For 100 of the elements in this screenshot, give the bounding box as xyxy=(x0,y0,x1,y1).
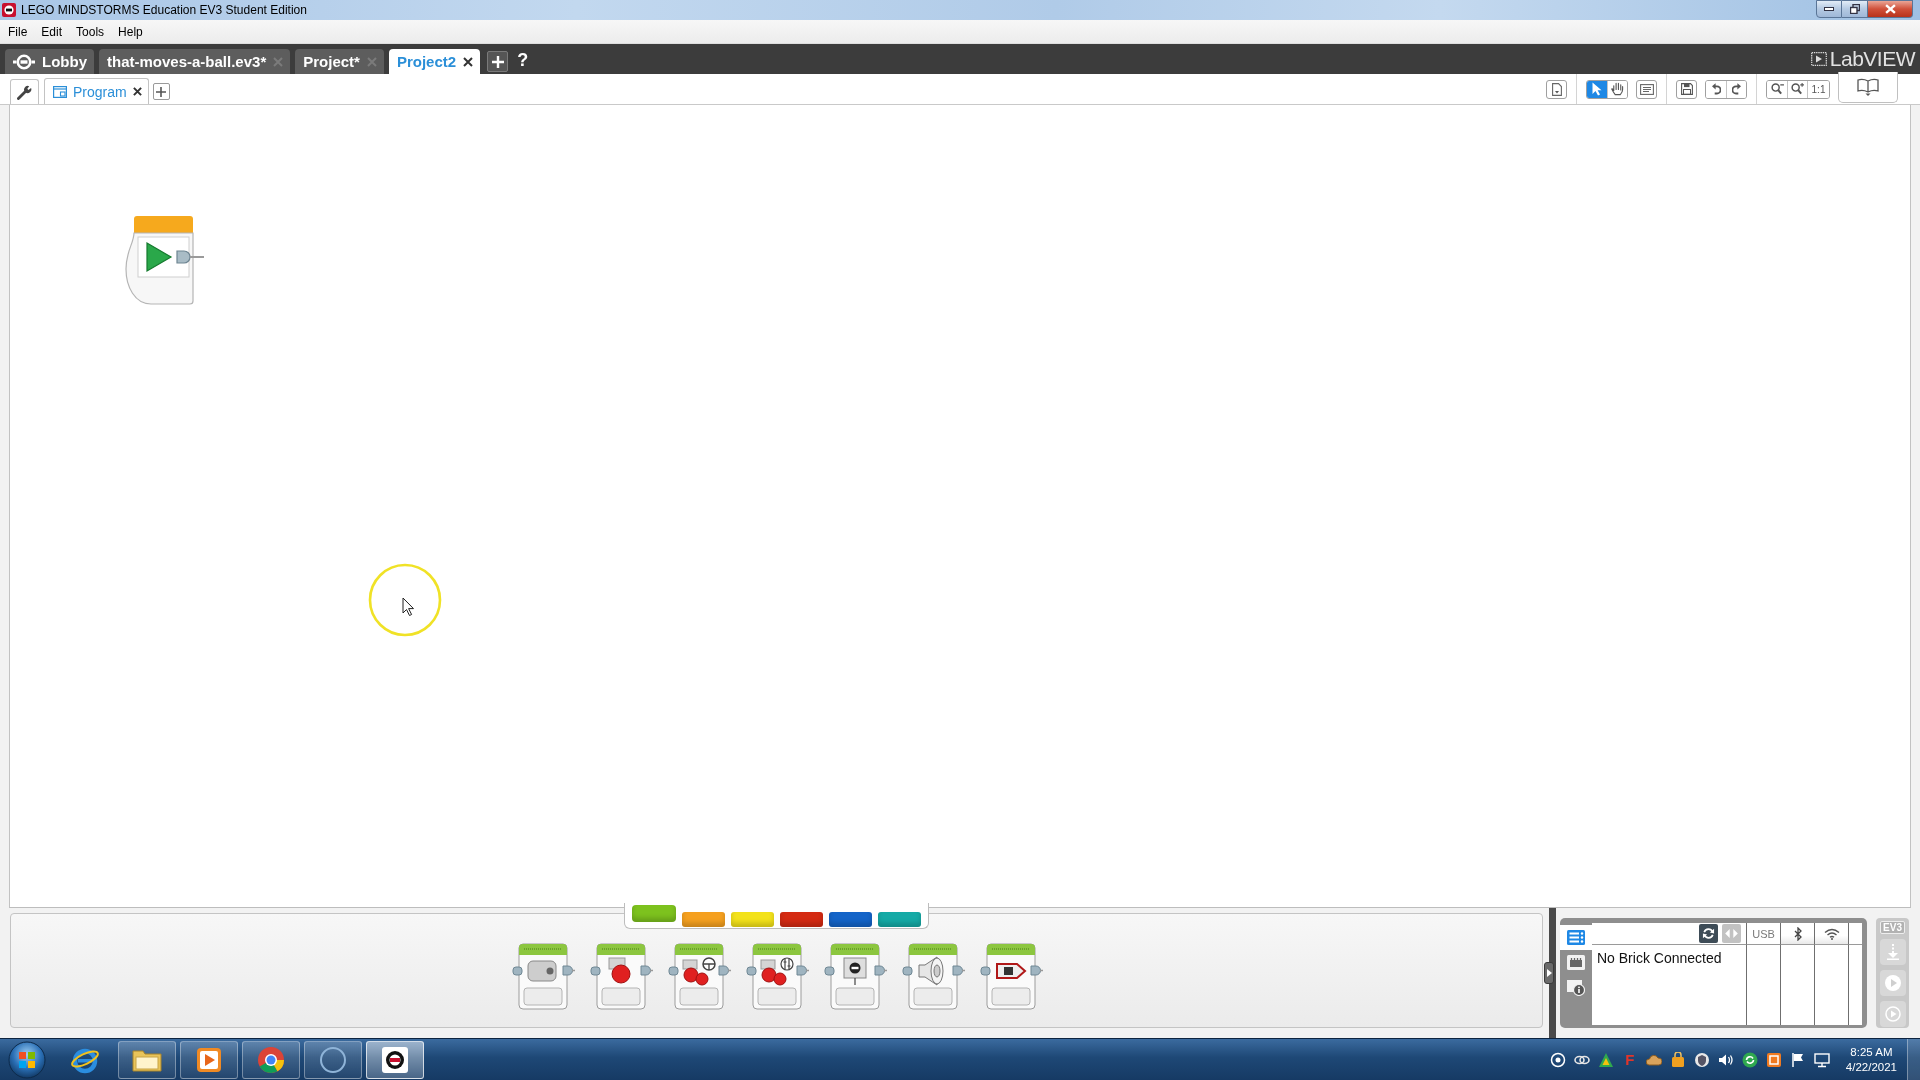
speaker-icon xyxy=(918,956,943,986)
block-header xyxy=(752,944,801,955)
block-header xyxy=(674,944,723,955)
palette-block[interactable] xyxy=(978,943,1043,1011)
menu-item[interactable]: File xyxy=(1,21,35,42)
target-icon[interactable] xyxy=(1549,1051,1566,1068)
book-icon xyxy=(1857,78,1879,96)
play-ring-icon xyxy=(1884,1006,1901,1022)
taskbar-button[interactable] xyxy=(118,1040,176,1079)
project-tab[interactable]: Lobby xyxy=(5,49,94,74)
monitor-icon[interactable] xyxy=(1813,1051,1830,1068)
medium-motor-icon xyxy=(527,960,556,982)
pan-tool-button[interactable] xyxy=(1607,80,1627,98)
taskbar-button[interactable] xyxy=(180,1040,238,1079)
double-arrow-icon xyxy=(1725,929,1738,938)
start-block[interactable] xyxy=(125,215,205,305)
input-port-icon xyxy=(512,966,522,976)
bag-icon[interactable] xyxy=(1669,1051,1686,1068)
content-editor-button[interactable] xyxy=(1838,72,1898,103)
redo-button[interactable] xyxy=(1726,80,1746,98)
page-icon xyxy=(1551,82,1562,96)
minimize-button[interactable] xyxy=(1816,0,1842,18)
palette-block[interactable] xyxy=(822,943,887,1011)
hand-icon xyxy=(1611,82,1624,96)
zoom-in-button[interactable] xyxy=(1787,80,1807,98)
bluetooth-icon xyxy=(1793,926,1802,941)
clock-date[interactable]: 4/22/2021 xyxy=(1845,1059,1897,1075)
palette-block[interactable] xyxy=(666,943,731,1011)
palette-block[interactable] xyxy=(588,943,653,1011)
column-header: USB xyxy=(1752,927,1775,940)
square-logo-icon[interactable] xyxy=(1765,1051,1782,1068)
add-program-button[interactable] xyxy=(152,83,170,100)
input-port-icon xyxy=(590,966,600,976)
new-tab-button[interactable] xyxy=(487,51,509,72)
media-player-icon xyxy=(197,1047,221,1072)
window-icon xyxy=(53,85,67,98)
palette-block[interactable] xyxy=(744,943,809,1011)
comment-button[interactable] xyxy=(1636,79,1657,99)
clock-time[interactable]: 8:25 AM xyxy=(1850,1044,1893,1060)
list-icon xyxy=(1567,930,1585,945)
close-button[interactable] xyxy=(1868,0,1913,18)
palette-block[interactable] xyxy=(510,943,575,1011)
start-button[interactable] xyxy=(7,1039,47,1080)
close-icon[interactable] xyxy=(463,56,474,67)
save-icon xyxy=(1680,83,1693,95)
play-icon xyxy=(1884,975,1901,991)
plus-icon xyxy=(491,55,504,68)
redo-icon xyxy=(1732,83,1741,95)
input-port-icon xyxy=(746,966,756,976)
taskbar-button[interactable] xyxy=(242,1040,300,1079)
project-tab[interactable]: Project* xyxy=(295,49,384,74)
comment-icon xyxy=(1639,83,1654,95)
output-port-icon xyxy=(1030,965,1043,976)
taskbar-button[interactable] xyxy=(366,1040,424,1079)
minimize-icon xyxy=(1824,7,1834,11)
zoom-out-button[interactable] xyxy=(1767,80,1787,98)
palette-block[interactable] xyxy=(900,943,965,1011)
output-port-icon xyxy=(718,965,731,976)
folder-icon xyxy=(132,1047,162,1072)
page-menu-button[interactable] xyxy=(1546,79,1567,99)
program-tab[interactable]: Program xyxy=(44,78,149,104)
close-icon[interactable] xyxy=(132,87,142,96)
input-port-icon xyxy=(668,966,678,976)
triangle-icon[interactable] xyxy=(1597,1051,1614,1068)
cursor-highlight-icon xyxy=(367,562,443,638)
close-icon xyxy=(1884,4,1896,14)
undo-icon xyxy=(1711,83,1721,95)
flag-icon[interactable] xyxy=(1789,1051,1806,1068)
brick-info-tab[interactable] xyxy=(1560,925,1592,950)
shield-icon[interactable] xyxy=(1693,1051,1710,1068)
panel-toggle-button[interactable] xyxy=(1544,962,1554,984)
product-name: LabVIEW xyxy=(1829,47,1915,71)
output-port-icon xyxy=(562,965,575,976)
output-port-icon xyxy=(796,965,809,976)
input-port-icon xyxy=(824,966,834,976)
block-header xyxy=(830,944,879,955)
sync-icon[interactable] xyxy=(1741,1051,1758,1068)
save-button[interactable] xyxy=(1676,79,1697,99)
wrench-button[interactable] xyxy=(10,79,39,104)
help-button[interactable]: ? xyxy=(513,50,533,71)
menu-item[interactable]: Help xyxy=(111,21,150,42)
restore-icon xyxy=(1849,4,1860,14)
window-title: LEGO MINDSTORMS Education EV3 Student Edition xyxy=(21,3,307,17)
refresh-icon xyxy=(1702,927,1715,940)
framed-play-icon xyxy=(1810,52,1827,66)
refresh-button[interactable] xyxy=(1699,924,1718,943)
info-icon xyxy=(1567,979,1585,996)
wifi-icon xyxy=(1823,927,1840,940)
input-port-icon xyxy=(980,966,990,976)
pointer-tool-button[interactable] xyxy=(1587,80,1607,98)
menu-item[interactable]: Edit xyxy=(34,21,70,42)
block-header xyxy=(986,944,1035,955)
pointer-icon xyxy=(1592,82,1602,96)
actual-size-button[interactable]: 1:1 xyxy=(1807,80,1829,98)
block-header xyxy=(908,944,957,955)
menu-item[interactable]: Tools xyxy=(69,21,112,42)
output-port-icon xyxy=(874,965,887,976)
project-tab[interactable]: that-moves-a-ball.ev3* xyxy=(99,49,291,74)
show-desktop-button[interactable] xyxy=(1907,1039,1920,1080)
restore-button[interactable] xyxy=(1842,0,1868,18)
